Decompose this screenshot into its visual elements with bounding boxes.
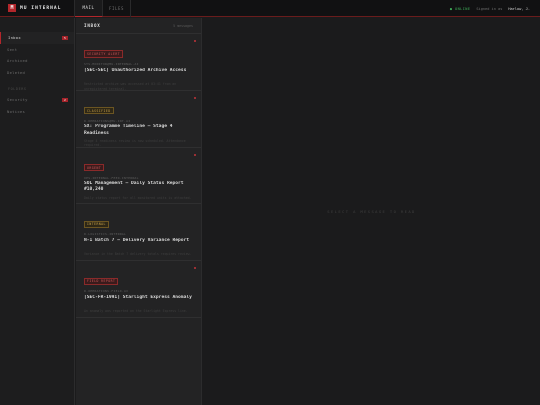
message-sender: OPS-INTERNAL.FEED.INTERNAL [84, 175, 139, 180]
message-sender: R.OPERATIONS.FIELD.AI [84, 289, 129, 294]
sidebar-item-security[interactable]: Security 2 [0, 94, 74, 106]
brand-logo: M [8, 4, 16, 12]
empty-state-text: SELECT A MESSAGE TO READ [327, 209, 416, 214]
unread-dot-icon [194, 96, 196, 99]
unread-badge: 5 [62, 35, 68, 40]
message-preview: Daily status report for all monitored un… [84, 195, 192, 200]
message-subject: [SEC-SEC] Unauthorized Archive Access [84, 67, 187, 73]
sidebar: Inbox 5 Sent Archived Deleted FOLDERS Se… [0, 18, 75, 405]
message-list: INBOX 5 messages SECURITY ALERT SYS-MONI… [76, 18, 202, 405]
message-item[interactable]: FIELD REPORT R.OPERATIONS.FIELD.AI [SEC-… [76, 261, 201, 318]
message-preview: An anomaly was reported on the Starlight… [84, 309, 188, 314]
message-sender: R.OPERATIONS@MU-INT.AI [84, 118, 131, 123]
message-item[interactable]: SECURITY ALERT SYS-MONITOR@MU-INTERNAL.A… [76, 34, 201, 91]
tab-files[interactable]: FILES [103, 0, 131, 17]
message-preview: Stage 4 readiness review is now schedule… [84, 138, 186, 148]
sidebar-item-label: Sent [7, 46, 18, 52]
message-preview: Variance in the Batch 7 delivery totals … [84, 252, 192, 257]
session-status: ● ONLINE Signed in as Harlow, J. [450, 0, 530, 17]
message-subject: SOL Management — Daily Status Report #10… [84, 181, 184, 193]
message-tag: INTERNAL [84, 220, 109, 228]
unread-dot-icon [194, 267, 196, 270]
message-tag: CLASSIFIED [84, 107, 114, 115]
reading-pane: SELECT A MESSAGE TO READ [203, 18, 540, 405]
unread-dot-icon [194, 153, 196, 156]
sidebar-item-archived[interactable]: Archived [0, 55, 74, 67]
tab-mail[interactable]: MAIL [75, 0, 103, 17]
sidebar-item-label: Inbox [8, 35, 21, 41]
message-sender: R.LOGISTICS-INTERNAL [84, 232, 127, 237]
message-subject: N-1 Batch 7 — Delivery Variance Report [84, 237, 190, 243]
top-bar: M MU INTERNAL MAIL FILES ● ONLINE Signed… [0, 0, 540, 17]
brand[interactable]: M MU INTERNAL [0, 0, 75, 17]
sidebar-item-label: Security [7, 97, 28, 103]
message-item[interactable]: URGENT OPS-INTERNAL.FEED.INTERNAL SOL Ma… [76, 148, 201, 205]
sidebar-item-notices[interactable]: Notices [0, 106, 74, 118]
message-subject: SX: Programme Timeline — Stage 4 Readine… [84, 124, 173, 136]
message-item[interactable]: INTERNAL R.LOGISTICS-INTERNAL N-1 Batch … [76, 204, 201, 262]
message-subject: [SEC-FR-1991] Starlight Express Anomaly [84, 294, 192, 300]
sidebar-mailboxes: Inbox 5 Sent Archived Deleted [0, 18, 74, 78]
user-name[interactable]: Harlow, J. [508, 7, 530, 11]
sidebar-item-label: Notices [7, 108, 26, 114]
signed-in-label: Signed in as [476, 6, 503, 11]
brand-name: MU INTERNAL [20, 5, 62, 11]
sidebar-item-sent[interactable]: Sent [0, 44, 74, 56]
sidebar-folders: FOLDERS Security 2 Notices [0, 78, 74, 117]
sidebar-item-deleted[interactable]: Deleted [0, 67, 74, 79]
message-item[interactable]: CLASSIFIED R.OPERATIONS@MU-INT.AI SX: Pr… [76, 91, 201, 148]
message-list-header: INBOX 5 messages [76, 18, 201, 34]
message-tag: SECURITY ALERT [84, 50, 124, 58]
list-title: INBOX [84, 23, 101, 28]
online-status: ● ONLINE [449, 6, 471, 11]
message-count: 5 messages [173, 23, 193, 28]
message-tag: URGENT [84, 164, 105, 172]
sidebar-section-label: FOLDERS [8, 87, 27, 91]
sidebar-item-inbox[interactable]: Inbox 5 [0, 32, 74, 44]
message-preview: Restricted archive was accessed at 03:41… [84, 82, 177, 91]
sidebar-item-label: Deleted [7, 69, 26, 75]
message-tag: FIELD REPORT [84, 277, 119, 285]
sidebar-item-label: Archived [7, 58, 28, 64]
unread-dot-icon [194, 40, 196, 42]
unread-badge: 2 [62, 97, 68, 102]
message-sender: SYS-MONITOR@MU-INTERNAL.AI [84, 62, 139, 66]
